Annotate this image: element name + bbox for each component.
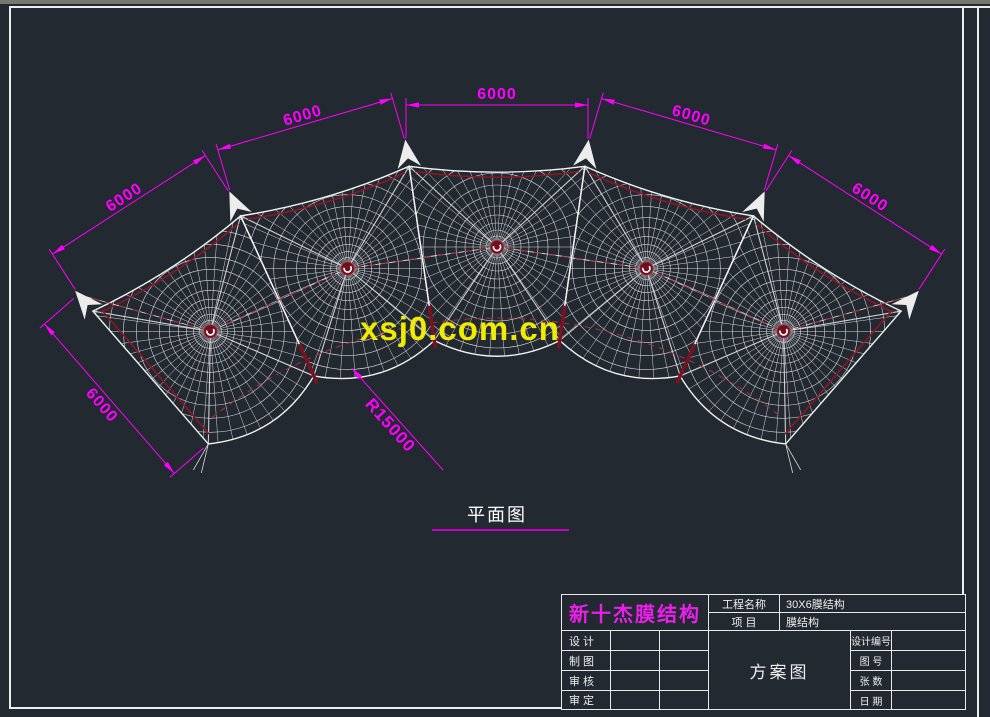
empty-cell [611, 631, 659, 650]
checker-label: 审 核 [562, 671, 610, 690]
empty-cell [660, 691, 708, 709]
empty-cell [660, 631, 708, 650]
empty-cell [611, 671, 659, 690]
empty-cell [611, 651, 659, 670]
design-number-label: 设计编号 [851, 631, 891, 650]
drafter-label: 制 图 [562, 651, 610, 670]
sheet-right-rule [977, 6, 979, 717]
approver-label: 审 定 [562, 691, 610, 709]
plan-view-label: 平面图 [437, 501, 557, 527]
watermark-text: xsj0.com.cn [360, 310, 560, 348]
project-name-label: 工程名称 [709, 595, 779, 612]
window-top-edge [0, 0, 990, 4]
plan-label-underline [432, 529, 569, 531]
empty-cell [611, 691, 659, 709]
empty-cell [892, 671, 965, 690]
drawing-title: 方案图 [709, 631, 850, 709]
drawing-number-label: 图 号 [851, 651, 891, 670]
date-label: 日 期 [851, 691, 891, 709]
company-name: 新十杰膜结构 [562, 595, 708, 630]
designer-label: 设 计 [562, 631, 610, 650]
title-block: 新十杰膜结构 工程名称 30X6膜结构 项 目 膜结构 设 计 方案图 设计编号… [561, 594, 966, 710]
empty-cell [892, 651, 965, 670]
item-value: 膜结构 [780, 613, 965, 630]
empty-cell [660, 651, 708, 670]
empty-cell [892, 691, 965, 709]
empty-cell [660, 671, 708, 690]
item-label: 项 目 [709, 613, 779, 630]
empty-cell [892, 631, 965, 650]
cad-viewport: 600060006000600060006000R15000 xsj0.com.… [0, 0, 990, 717]
sheet-count-label: 张 数 [851, 671, 891, 690]
project-name-value: 30X6膜结构 [780, 595, 965, 612]
